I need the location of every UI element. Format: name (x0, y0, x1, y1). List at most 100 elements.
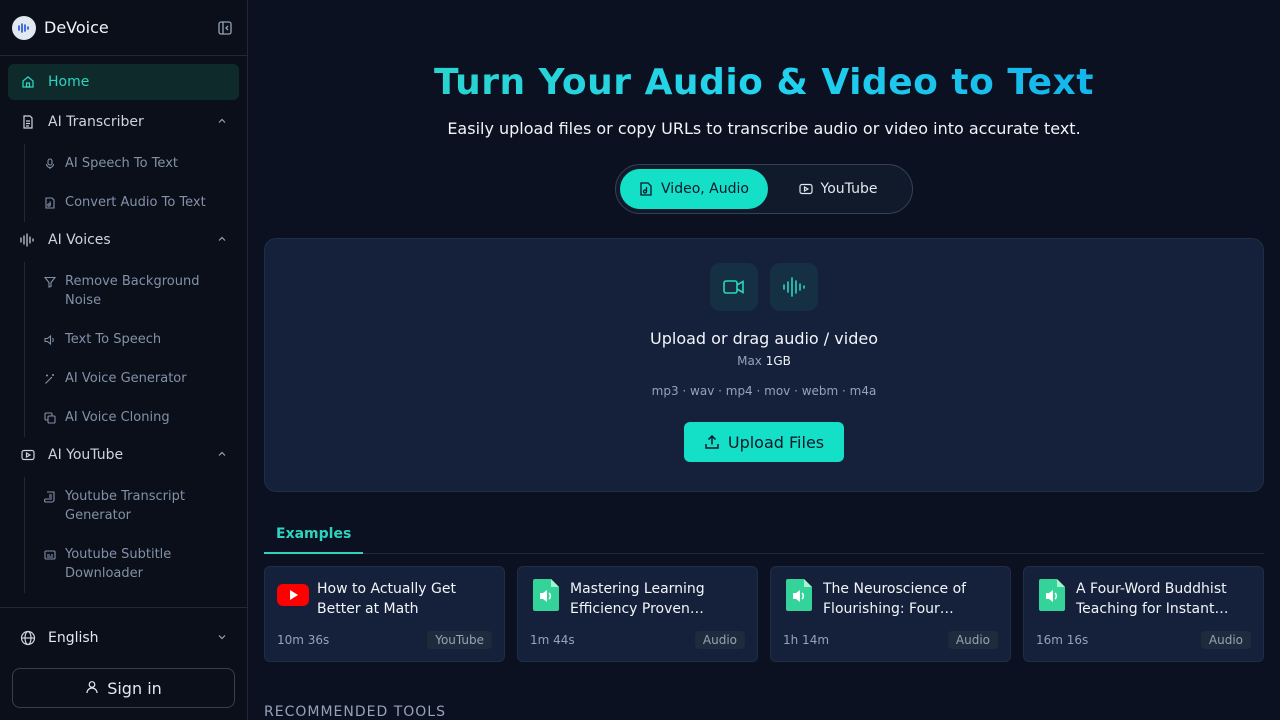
sidebar-group-ai-voices[interactable]: AI Voices (8, 222, 239, 258)
brand: DeVoice (0, 0, 247, 56)
audio-file-icon (43, 196, 57, 210)
example-title: Mastering Learning Efficiency Proven… (570, 581, 705, 617)
example-card[interactable]: Mastering Learning Efficiency Proven… 1m… (517, 566, 758, 662)
example-title: A Four-Word Buddhist Teaching for Instan… (1076, 581, 1229, 617)
max-size-value: 1GB (765, 354, 791, 368)
upload-icon (704, 434, 720, 450)
sidebar-group-label: AI YouTube (48, 447, 124, 463)
upload-max-size: Max 1GB (737, 354, 791, 368)
tab-examples[interactable]: Examples (264, 516, 364, 554)
audio-file-icon (783, 579, 815, 611)
sidebar-item-label: AI Voice Generator (65, 371, 187, 386)
document-icon (20, 114, 36, 130)
page-subtitle: Easily upload files or copy URLs to tran… (447, 119, 1081, 138)
example-duration: 1m 44s (530, 633, 575, 647)
speaker-icon (43, 333, 57, 347)
filter-icon (43, 275, 57, 289)
language-label: English (48, 630, 99, 646)
video-audio-mode-button[interactable]: Video, Audio (620, 169, 768, 209)
sidebar-footer: English Sign in (0, 607, 247, 720)
upload-title: Upload or drag audio / video (650, 329, 878, 348)
examples-tabs: Examples (264, 516, 1264, 554)
sidebar-item-label: Text To Speech (65, 332, 162, 347)
sidebar-item-home[interactable]: Home (8, 64, 239, 100)
sidebar-item-label: Youtube Transcript Generator (65, 489, 185, 523)
sidebar-group-label: AI Voices (48, 232, 111, 248)
example-card[interactable]: How to Actually Get Better at Math 10m 3… (264, 566, 505, 662)
example-badge: Audio (1200, 631, 1251, 649)
sidebar-item-convert-audio-to-text[interactable]: Convert Audio To Text (39, 183, 239, 222)
sidebar-item-label: AI Voice Cloning (65, 410, 170, 425)
sign-in-button[interactable]: Sign in (12, 668, 235, 708)
upload-dropzone[interactable]: Upload or drag audio / video Max 1GB mp3… (264, 238, 1264, 492)
example-card[interactable]: The Neuroscience of Flourishing: Four… 1… (770, 566, 1011, 662)
waveform-icon (20, 232, 36, 248)
home-icon (20, 74, 36, 90)
upload-button-label: Upload Files (727, 432, 825, 452)
youtube-mode-button[interactable]: YouTube (768, 169, 908, 209)
upload-icons (710, 263, 818, 311)
microphone-icon (43, 157, 57, 171)
sidebar-item-label: Remove Background Noise (65, 274, 200, 308)
sidebar-item-remove-background-noise[interactable]: Remove Background Noise (39, 262, 239, 320)
language-selector[interactable]: English (12, 620, 235, 656)
main-content: Turn Your Audio & Video to Text Easily u… (248, 0, 1280, 720)
example-badge: YouTube (427, 631, 492, 649)
example-badge: Audio (694, 631, 745, 649)
example-title: How to Actually Get Better at Math (317, 581, 456, 617)
waveform-icon (770, 263, 818, 311)
chevron-up-icon[interactable] (217, 114, 227, 130)
sidebar-subgroup: Remove Background Noise Text To Speech A… (24, 262, 239, 437)
mode-toggle: Video, Audio YouTube (615, 164, 913, 214)
video-camera-icon (710, 263, 758, 311)
globe-icon (20, 630, 36, 646)
magic-wand-icon (43, 372, 57, 386)
sidebar-item-text-to-speech[interactable]: Text To Speech (39, 320, 239, 359)
example-badge: Audio (947, 631, 998, 649)
sidebar-item-youtube-subtitle-downloader[interactable]: Youtube Subtitle Downloader (39, 535, 239, 593)
audio-file-icon (639, 182, 653, 196)
chevron-down-icon[interactable] (217, 630, 227, 646)
mode-label: Video, Audio (661, 181, 749, 197)
sidebar-item-ai-voice-generator[interactable]: AI Voice Generator (39, 359, 239, 398)
recommended-tools-heading: RECOMMENDED TOOLS (264, 704, 446, 720)
sidebar: DeVoice Home AI Transcriber AI Speech To… (0, 0, 248, 720)
example-cards: How to Actually Get Better at Math 10m 3… (264, 566, 1264, 662)
subtitles-icon (43, 548, 57, 562)
sidebar-subgroup: AI Speech To Text Convert Audio To Text (24, 144, 239, 222)
sidebar-group-ai-transcriber[interactable]: AI Transcriber (8, 104, 239, 140)
sidebar-item-label: AI Speech To Text (65, 156, 178, 171)
chevron-up-icon[interactable] (217, 232, 227, 248)
audio-file-icon (530, 579, 562, 611)
sidebar-group-ai-youtube[interactable]: AI YouTube (8, 437, 239, 473)
youtube-icon (277, 579, 309, 611)
user-icon (85, 679, 99, 698)
example-card[interactable]: A Four-Word Buddhist Teaching for Instan… (1023, 566, 1264, 662)
page-title: Turn Your Audio & Video to Text (264, 62, 1264, 103)
youtube-outline-icon (20, 447, 36, 463)
sign-in-label: Sign in (107, 678, 162, 698)
sidebar-nav: Home AI Transcriber AI Speech To Text Co… (0, 56, 247, 607)
sidebar-item-ai-speech-to-text[interactable]: AI Speech To Text (39, 144, 239, 183)
example-duration: 1h 14m (783, 633, 830, 647)
sidebar-item-ai-voice-cloning[interactable]: AI Voice Cloning (39, 398, 239, 437)
example-duration: 10m 36s (277, 633, 330, 647)
app-name: DeVoice (44, 18, 109, 37)
sidebar-group-label: AI Transcriber (48, 114, 144, 130)
chevron-up-icon[interactable] (217, 447, 227, 463)
devoice-logo-icon[interactable] (12, 15, 36, 40)
scroll-icon (43, 490, 57, 504)
sidebar-item-youtube-transcript-generator[interactable]: Youtube Transcript Generator (39, 477, 239, 535)
supported-formats: mp3 · wav · mp4 · mov · webm · m4a (651, 384, 877, 398)
youtube-outline-icon (798, 182, 813, 196)
copy-icon (43, 411, 57, 425)
upload-files-button[interactable]: Upload Files (684, 422, 844, 462)
sidebar-item-label: Home (48, 74, 90, 90)
mode-label: YouTube (820, 181, 878, 197)
example-title: The Neuroscience of Flourishing: Four… (823, 581, 967, 617)
collapse-sidebar-icon[interactable] (215, 18, 235, 38)
sidebar-item-label: Convert Audio To Text (65, 195, 206, 210)
audio-file-icon (1036, 579, 1068, 611)
sidebar-subgroup: Youtube Transcript Generator Youtube Sub… (24, 477, 239, 593)
example-duration: 16m 16s (1036, 633, 1089, 647)
